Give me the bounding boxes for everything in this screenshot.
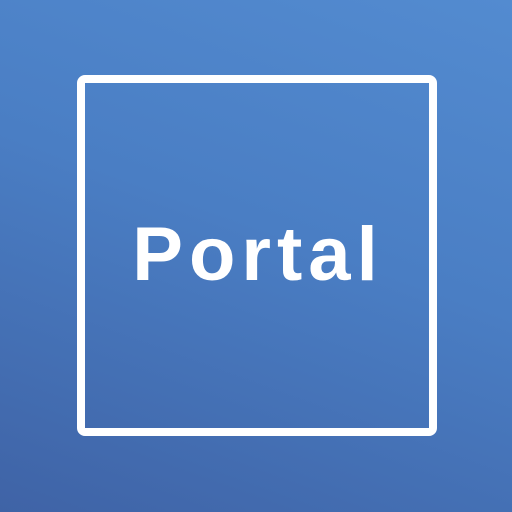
portal-app-icon: Portal xyxy=(0,0,512,512)
logo-wordmark: Portal xyxy=(132,212,384,297)
